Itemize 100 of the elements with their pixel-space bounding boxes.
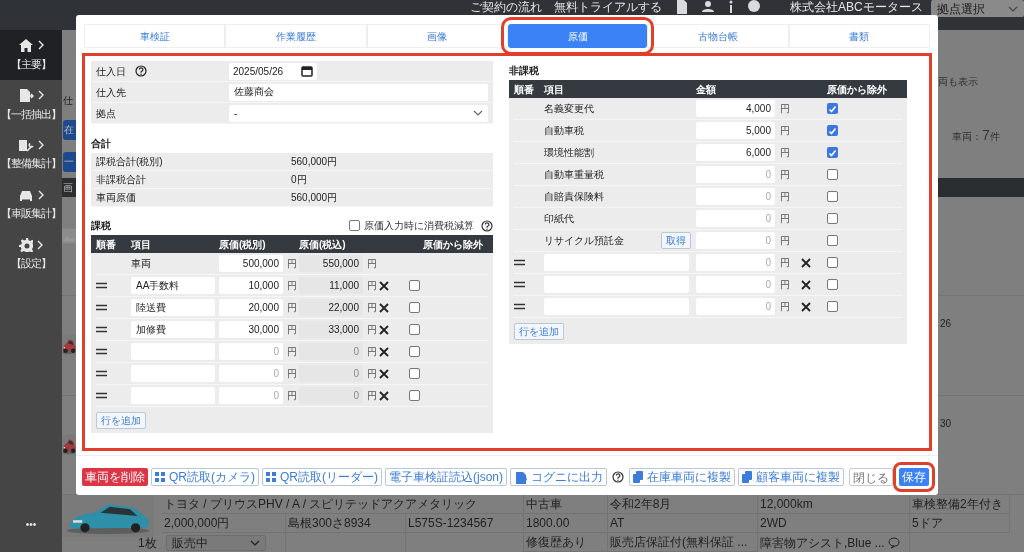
- checkbox[interactable]: [827, 235, 838, 246]
- import-button[interactable]: 電子車検証読込(json): [385, 468, 507, 486]
- sidebar-item[interactable]: 【整備集計】: [0, 130, 62, 180]
- checkbox[interactable]: [827, 103, 838, 114]
- checkbox[interactable]: [827, 279, 838, 290]
- table-cell: 修復歴あり: [524, 533, 608, 552]
- checkbox[interactable]: [827, 169, 838, 180]
- delete-button[interactable]: 車両を削除: [82, 468, 148, 486]
- chevron-right-icon: [36, 240, 44, 251]
- number-field[interactable]: 0: [219, 365, 283, 382]
- add-row-button[interactable]: 行を追加: [96, 412, 146, 429]
- checkbox[interactable]: [409, 390, 420, 401]
- tab[interactable]: 古物台帳: [647, 24, 789, 48]
- sidebar-item[interactable]: 【主要】: [0, 30, 62, 80]
- top-link[interactable]: 無料トライアルする: [554, 0, 662, 14]
- number-field[interactable]: 0: [299, 387, 363, 404]
- text-field[interactable]: 佐藤商会: [229, 83, 488, 101]
- qr-button[interactable]: QR読取(カメラ): [151, 468, 259, 486]
- row-label: 非課税合計: [96, 173, 147, 187]
- number-field[interactable]: 20,000: [219, 299, 283, 316]
- checkbox[interactable]: [827, 257, 838, 268]
- number-field[interactable]: 0: [696, 188, 775, 205]
- fetch-button[interactable]: 取得: [661, 232, 691, 249]
- date-field[interactable]: 2025/05/26: [229, 62, 317, 80]
- page-button[interactable]: 一: [63, 152, 76, 172]
- number-field[interactable]: 0: [219, 387, 283, 404]
- add-row-button[interactable]: 行を追加: [514, 323, 564, 340]
- tab[interactable]: 画像: [366, 24, 508, 48]
- number-field[interactable]: 22,000: [299, 299, 363, 316]
- export-button[interactable]: コグニに出力: [510, 468, 607, 486]
- number-field[interactable]: 0: [696, 232, 775, 249]
- copy-button[interactable]: 顧客車両に複製: [738, 468, 844, 486]
- page-button[interactable]: 在: [63, 120, 76, 140]
- sidebar-item[interactable]: 【車販集計】: [0, 180, 62, 230]
- calendar-icon: [301, 65, 313, 77]
- status-select[interactable]: 販売中: [166, 534, 266, 551]
- unit-label: 円: [780, 278, 790, 292]
- chevron-right-icon: [37, 90, 45, 101]
- checkbox[interactable]: [827, 191, 838, 202]
- number-field[interactable]: 500,000: [219, 255, 283, 272]
- chevron-icon: [1008, 5, 1018, 12]
- sidebar-item[interactable]: 【設定】: [0, 230, 62, 280]
- grid-icon: [155, 472, 165, 482]
- checkbox[interactable]: [827, 213, 838, 224]
- tab[interactable]: 車検証: [84, 24, 226, 48]
- checkbox[interactable]: [409, 368, 420, 379]
- table-cell: 30: [940, 417, 952, 429]
- row-label: 自動車税: [544, 124, 584, 138]
- info-icon: [728, 0, 734, 13]
- unit-label: 円: [287, 345, 297, 359]
- number-field[interactable]: 33,000: [299, 321, 363, 338]
- text-field[interactable]: 加修費: [131, 321, 215, 338]
- branch-select[interactable]: -: [229, 104, 488, 122]
- number-field[interactable]: 0: [696, 298, 775, 315]
- chevron-right-icon: [37, 140, 45, 151]
- copy-button[interactable]: 在庫車両に複製: [629, 468, 735, 486]
- number-field[interactable]: 4,000: [696, 100, 775, 117]
- unit-label: 円: [780, 212, 790, 226]
- number-field[interactable]: 6,000: [696, 144, 775, 161]
- number-field[interactable]: 0: [696, 166, 775, 183]
- more-menu[interactable]: •••: [0, 517, 62, 532]
- checkbox[interactable]: [827, 147, 838, 158]
- branch-select[interactable]: 拠点選択: [930, 0, 1024, 17]
- delete-icon: [801, 257, 811, 268]
- number-field[interactable]: 30,000: [219, 321, 283, 338]
- checkbox[interactable]: [409, 302, 420, 313]
- checkbox[interactable]: [409, 280, 420, 291]
- number-field[interactable]: 11,000: [299, 277, 363, 294]
- number-field[interactable]: 550,000: [299, 255, 363, 272]
- grid-icon: [266, 472, 276, 482]
- row-label: 印紙代: [544, 212, 574, 226]
- section-title: 非課税: [509, 64, 540, 78]
- checkbox[interactable]: [827, 301, 838, 312]
- number-field[interactable]: 5,000: [696, 122, 775, 139]
- text-field[interactable]: 陸送費: [131, 299, 215, 316]
- close-button[interactable]: 閉じる: [849, 468, 893, 486]
- top-link[interactable]: ご契約の流れ: [470, 0, 542, 14]
- sidebar-item[interactable]: 【一括抽出】: [0, 80, 62, 130]
- checkbox[interactable]: [409, 346, 420, 357]
- checkbox[interactable]: [827, 125, 838, 136]
- checkbox-label: 原価入力時に消費税減算: [364, 219, 474, 233]
- chevron-right-icon: [37, 40, 45, 51]
- unit-label: 円: [780, 234, 790, 248]
- text-field[interactable]: AA手数料: [131, 277, 215, 294]
- row-label: 環境性能割: [544, 146, 594, 160]
- checkbox[interactable]: [349, 220, 360, 231]
- tab[interactable]: 書類: [788, 24, 930, 48]
- qr-button[interactable]: QR読取(リーダー): [262, 468, 382, 486]
- checkbox[interactable]: [409, 324, 420, 335]
- drag-handle-icon: [96, 348, 107, 355]
- number-field[interactable]: 0: [696, 210, 775, 227]
- number-field[interactable]: 0: [696, 276, 775, 293]
- number-field[interactable]: 0: [299, 365, 363, 382]
- number-field[interactable]: 0: [299, 343, 363, 360]
- number-field[interactable]: 0: [219, 343, 283, 360]
- number-field[interactable]: 0: [696, 254, 775, 271]
- column-header: 画: [63, 181, 73, 195]
- number-field[interactable]: 10,000: [219, 277, 283, 294]
- column-header: 項目: [544, 82, 565, 97]
- tab[interactable]: 作業履歴: [225, 24, 367, 48]
